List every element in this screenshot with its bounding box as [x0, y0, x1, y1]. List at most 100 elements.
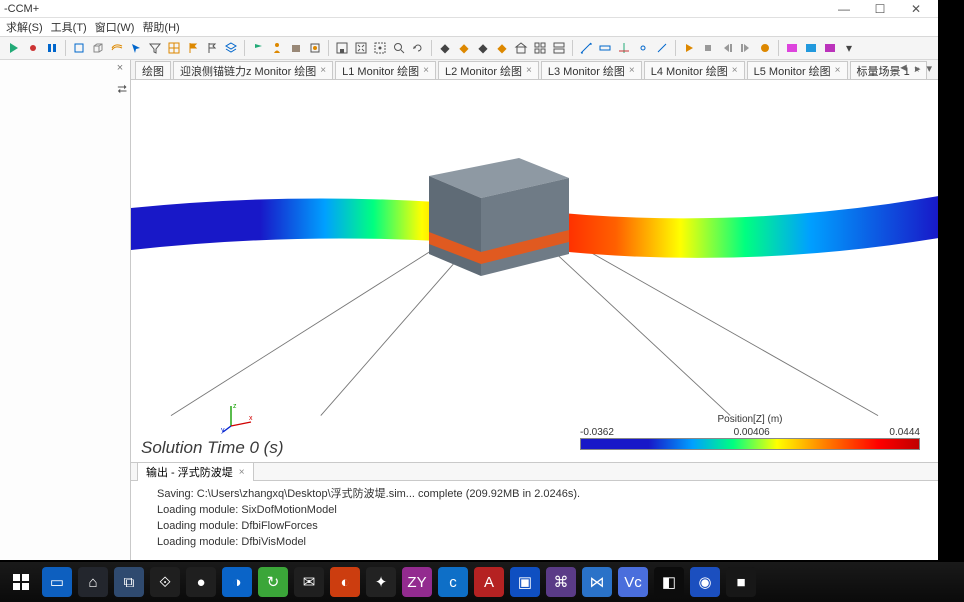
tab-prev-icon[interactable]: ◄ — [898, 62, 909, 75]
tab-l4-monitor[interactable]: L4 Monitor 绘图× — [644, 61, 745, 79]
pause-icon[interactable] — [44, 40, 60, 56]
taskbar-edge-icon[interactable]: ◑ — [222, 567, 252, 597]
save-icon[interactable] — [334, 40, 350, 56]
output-console[interactable]: Saving: C:\Users\zhangxq\Desktop\浮式防波堤.s… — [131, 481, 938, 560]
taskbar-app-icon[interactable]: ZY — [402, 567, 432, 597]
close-button[interactable]: ✕ — [898, 2, 934, 16]
person-icon[interactable] — [269, 40, 285, 56]
output-tab[interactable]: 输出 - 浮式防波堤 × — [137, 462, 254, 481]
taskbar-app-icon[interactable]: ⟐ — [150, 567, 180, 597]
taskbar-app-icon[interactable]: ◉ — [690, 567, 720, 597]
taskbar-app-icon[interactable]: ⧉ — [114, 567, 144, 597]
legend-max: 0.0444 — [889, 427, 920, 438]
menu-help[interactable]: 帮助(H) — [140, 19, 181, 35]
measure-icon[interactable] — [578, 40, 594, 56]
tab-l2-monitor[interactable]: L2 Monitor 绘图× — [438, 61, 539, 79]
legend-title: Position[Z] (m) — [580, 414, 920, 425]
fit-icon[interactable] — [353, 40, 369, 56]
scene-blue-icon[interactable] — [803, 40, 819, 56]
taskbar-app-icon[interactable]: Vc — [618, 567, 648, 597]
run-icon[interactable] — [6, 40, 22, 56]
taskbar-app-icon[interactable]: ⋈ — [582, 567, 612, 597]
axis-icon[interactable] — [616, 40, 632, 56]
taskbar-app-icon[interactable]: ✦ — [366, 567, 396, 597]
select-icon[interactable] — [128, 40, 144, 56]
tab-close-icon[interactable]: × — [526, 65, 532, 76]
menu-solve[interactable]: 求解(S) — [4, 19, 45, 35]
3d-viewport[interactable]: z x y Position[Z] (m) -0.0362 0.00406 0.… — [131, 80, 938, 462]
taskbar-app-icon[interactable]: ▭ — [42, 567, 72, 597]
output-tab-close-icon[interactable]: × — [239, 467, 245, 478]
brush-icon[interactable] — [307, 40, 323, 56]
floating-box — [429, 154, 569, 278]
wire-cube-icon[interactable] — [90, 40, 106, 56]
record-icon[interactable] — [757, 40, 773, 56]
grid2-icon[interactable] — [532, 40, 548, 56]
stop2-icon[interactable] — [700, 40, 716, 56]
step-fwd-icon[interactable] — [738, 40, 754, 56]
taskbar-app-icon[interactable]: ◐ — [330, 567, 360, 597]
dot-icon[interactable] — [25, 40, 41, 56]
arrow-right-icon[interactable]: ◆ — [456, 40, 472, 56]
dropdown-icon[interactable]: ▾ — [841, 40, 857, 56]
scene-magenta-icon[interactable] — [822, 40, 838, 56]
panel-close-icon[interactable]: × — [114, 62, 126, 74]
taskbar-app-icon[interactable]: ■ — [726, 567, 756, 597]
step-back-icon[interactable] — [719, 40, 735, 56]
flag-green-icon[interactable] — [250, 40, 266, 56]
cube-icon[interactable] — [71, 40, 87, 56]
console-line: Loading module: DfbiFlowForces — [157, 519, 912, 535]
filter-icon[interactable] — [147, 40, 163, 56]
tab-close-icon[interactable]: × — [629, 65, 635, 76]
flag2-icon[interactable] — [204, 40, 220, 56]
tab-close-icon[interactable]: × — [320, 65, 326, 76]
tree-toggle-icon[interactable]: ⮂ — [117, 82, 127, 97]
play2-icon[interactable] — [681, 40, 697, 56]
grid-icon[interactable] — [166, 40, 182, 56]
zoom-icon[interactable] — [391, 40, 407, 56]
taskbar-app-icon[interactable]: ⌘ — [546, 567, 576, 597]
scene-pink-icon[interactable] — [784, 40, 800, 56]
tab-next-icon[interactable]: ▸ — [915, 62, 921, 75]
minimize-button[interactable]: — — [826, 2, 862, 16]
taskbar-app-icon[interactable]: c — [438, 567, 468, 597]
start-button[interactable] — [6, 567, 36, 597]
tab-close-icon[interactable]: × — [423, 65, 429, 76]
layers-icon[interactable] — [223, 40, 239, 56]
line-icon[interactable] — [654, 40, 670, 56]
target-icon[interactable] — [372, 40, 388, 56]
point-icon[interactable] — [635, 40, 651, 56]
tab-plot[interactable]: 绘图 — [135, 61, 171, 79]
plane-icon[interactable] — [597, 40, 613, 56]
tab-force-monitor[interactable]: 迎浪侧锚链力z Monitor 绘图× — [173, 61, 333, 79]
grid3-icon[interactable] — [551, 40, 567, 56]
box-icon[interactable] — [288, 40, 304, 56]
arrow-left-icon[interactable]: ◆ — [437, 40, 453, 56]
menu-tools[interactable]: 工具(T) — [49, 19, 89, 35]
maximize-button[interactable]: ☐ — [862, 2, 898, 16]
home-view-icon[interactable] — [513, 40, 529, 56]
right-black-strip — [938, 0, 964, 560]
tab-close-icon[interactable]: × — [835, 65, 841, 76]
taskbar-app-icon[interactable]: ▣ — [510, 567, 540, 597]
flag1-icon[interactable] — [185, 40, 201, 56]
taskbar-chrome-icon[interactable]: ✉ — [294, 567, 324, 597]
tab-l1-monitor[interactable]: L1 Monitor 绘图× — [335, 61, 436, 79]
arrow-up-icon[interactable]: ◆ — [475, 40, 491, 56]
console-line: Loading module: DfbiVisModel — [157, 535, 912, 551]
menu-window[interactable]: 窗口(W) — [93, 19, 137, 35]
arrow-down-icon[interactable]: ◆ — [494, 40, 510, 56]
tab-menu-icon[interactable]: ▾ — [926, 62, 932, 75]
svg-text:z: z — [233, 403, 237, 410]
taskbar-app-icon[interactable]: ⌂ — [78, 567, 108, 597]
taskbar-adobe-icon[interactable]: A — [474, 567, 504, 597]
taskbar-app-icon[interactable]: ↻ — [258, 567, 288, 597]
tab-l3-monitor[interactable]: L3 Monitor 绘图× — [541, 61, 642, 79]
tab-close-icon[interactable]: × — [732, 65, 738, 76]
taskbar-app-icon[interactable]: ◧ — [654, 567, 684, 597]
taskbar-steam-icon[interactable]: ● — [186, 567, 216, 597]
mesh-icon[interactable] — [109, 40, 125, 56]
left-tree-panel[interactable]: × ⮂ — [0, 60, 131, 560]
tab-l5-monitor[interactable]: L5 Monitor 绘图× — [747, 61, 848, 79]
rotate-icon[interactable] — [410, 40, 426, 56]
